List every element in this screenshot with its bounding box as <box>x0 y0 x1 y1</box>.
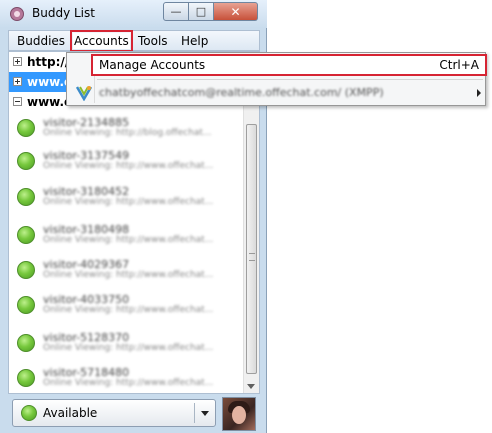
buddy-status: Online Viewing: http://www.offechat... <box>43 305 214 315</box>
buddy-status: Online Viewing: http://www.offechat... <box>43 270 214 280</box>
buddy-status: Online Viewing: http://www.offechat... <box>43 343 214 353</box>
status-divider <box>194 403 195 423</box>
menu-buddies[interactable]: Buddies <box>17 33 65 49</box>
menu-separator <box>97 79 483 80</box>
buddy-status: Online Viewing: http://www.offechat... <box>43 235 214 245</box>
close-icon: ✕ <box>230 4 241 19</box>
buddy-status: Online Viewing: http://www.offechat... <box>43 161 214 171</box>
menu-bar: Buddies Accounts Tools Help <box>8 30 260 52</box>
buddy-row[interactable]: visitor-3180498 Online Viewing: http://w… <box>9 222 243 248</box>
collapse-minus-icon[interactable] <box>13 97 22 106</box>
vertical-scrollbar[interactable] <box>243 72 259 393</box>
status-selector[interactable]: Available <box>12 399 216 427</box>
manage-accounts-menu-item[interactable]: Manage Accounts Ctrl+A <box>91 54 487 76</box>
buddy-row[interactable]: visitor-3180452 Online Viewing: http://w… <box>9 184 243 210</box>
account-menu-item[interactable]: chatbyoffechatcom@realtime.offechat.com/… <box>69 82 483 104</box>
available-status-icon <box>17 152 35 170</box>
expand-plus-icon[interactable] <box>13 77 22 86</box>
expand-plus-icon[interactable] <box>13 57 22 66</box>
buddy-row[interactable]: visitor-2134885 Online Viewing: http://b… <box>9 115 243 141</box>
buddy-row[interactable]: visitor-5128370 Online Viewing: http://w… <box>9 330 243 356</box>
available-status-icon <box>17 188 35 206</box>
grip-icon <box>249 253 255 261</box>
group-label: http:// <box>27 55 70 69</box>
buddy-status: Online Viewing: http://blog.offechat... <box>43 128 212 138</box>
scroll-down-icon[interactable] <box>247 384 255 389</box>
window-title: Buddy List <box>32 6 95 20</box>
available-status-icon <box>17 369 35 387</box>
available-status-icon <box>17 226 35 244</box>
pidgin-app-icon <box>10 7 24 21</box>
maximize-icon: □ <box>195 5 207 18</box>
buddy-row[interactable]: visitor-4029367 Online Viewing: http://w… <box>9 257 243 283</box>
submenu-arrow-icon <box>477 89 481 97</box>
account-label: chatbyoffechatcom@realtime.offechat.com/… <box>99 86 384 99</box>
buddy-status: Online Viewing: http://www.offechat... <box>43 197 214 207</box>
minimize-icon: — <box>170 5 182 18</box>
buddy-row[interactable]: visitor-5718480 Online Viewing: http://w… <box>9 365 243 391</box>
menu-help[interactable]: Help <box>181 33 208 49</box>
buddy-row[interactable]: visitor-4033750 Online Viewing: http://w… <box>9 292 243 318</box>
chevron-down-icon[interactable] <box>201 411 209 416</box>
window-controls: — □ ✕ <box>163 2 258 21</box>
manage-accounts-label: Manage Accounts <box>99 58 206 72</box>
maximize-button[interactable]: □ <box>189 2 214 21</box>
manage-accounts-shortcut: Ctrl+A <box>439 58 479 72</box>
available-status-icon <box>17 296 35 314</box>
close-button[interactable]: ✕ <box>214 2 258 21</box>
title-bar[interactable]: Buddy List — □ ✕ <box>0 0 267 28</box>
available-status-icon <box>17 119 35 137</box>
buddy-status: Online Viewing: http://www.offechat... <box>43 378 214 388</box>
menu-accounts[interactable]: Accounts <box>70 30 133 52</box>
scrollbar-thumb[interactable] <box>246 124 257 374</box>
available-status-icon <box>17 261 35 279</box>
xmpp-protocol-icon <box>76 86 92 101</box>
minimize-button[interactable]: — <box>163 2 189 21</box>
buddy-row[interactable]: visitor-3137549 Online Viewing: http://w… <box>9 148 243 174</box>
avatar-face <box>232 406 246 424</box>
available-status-icon <box>17 334 35 352</box>
status-label: Available <box>43 406 98 420</box>
buddy-icon-avatar[interactable] <box>222 397 256 431</box>
available-status-icon <box>21 405 37 421</box>
accounts-dropdown-menu: Manage Accounts Ctrl+A chatbyoffechatcom… <box>66 52 487 106</box>
menu-tools[interactable]: Tools <box>138 33 168 49</box>
